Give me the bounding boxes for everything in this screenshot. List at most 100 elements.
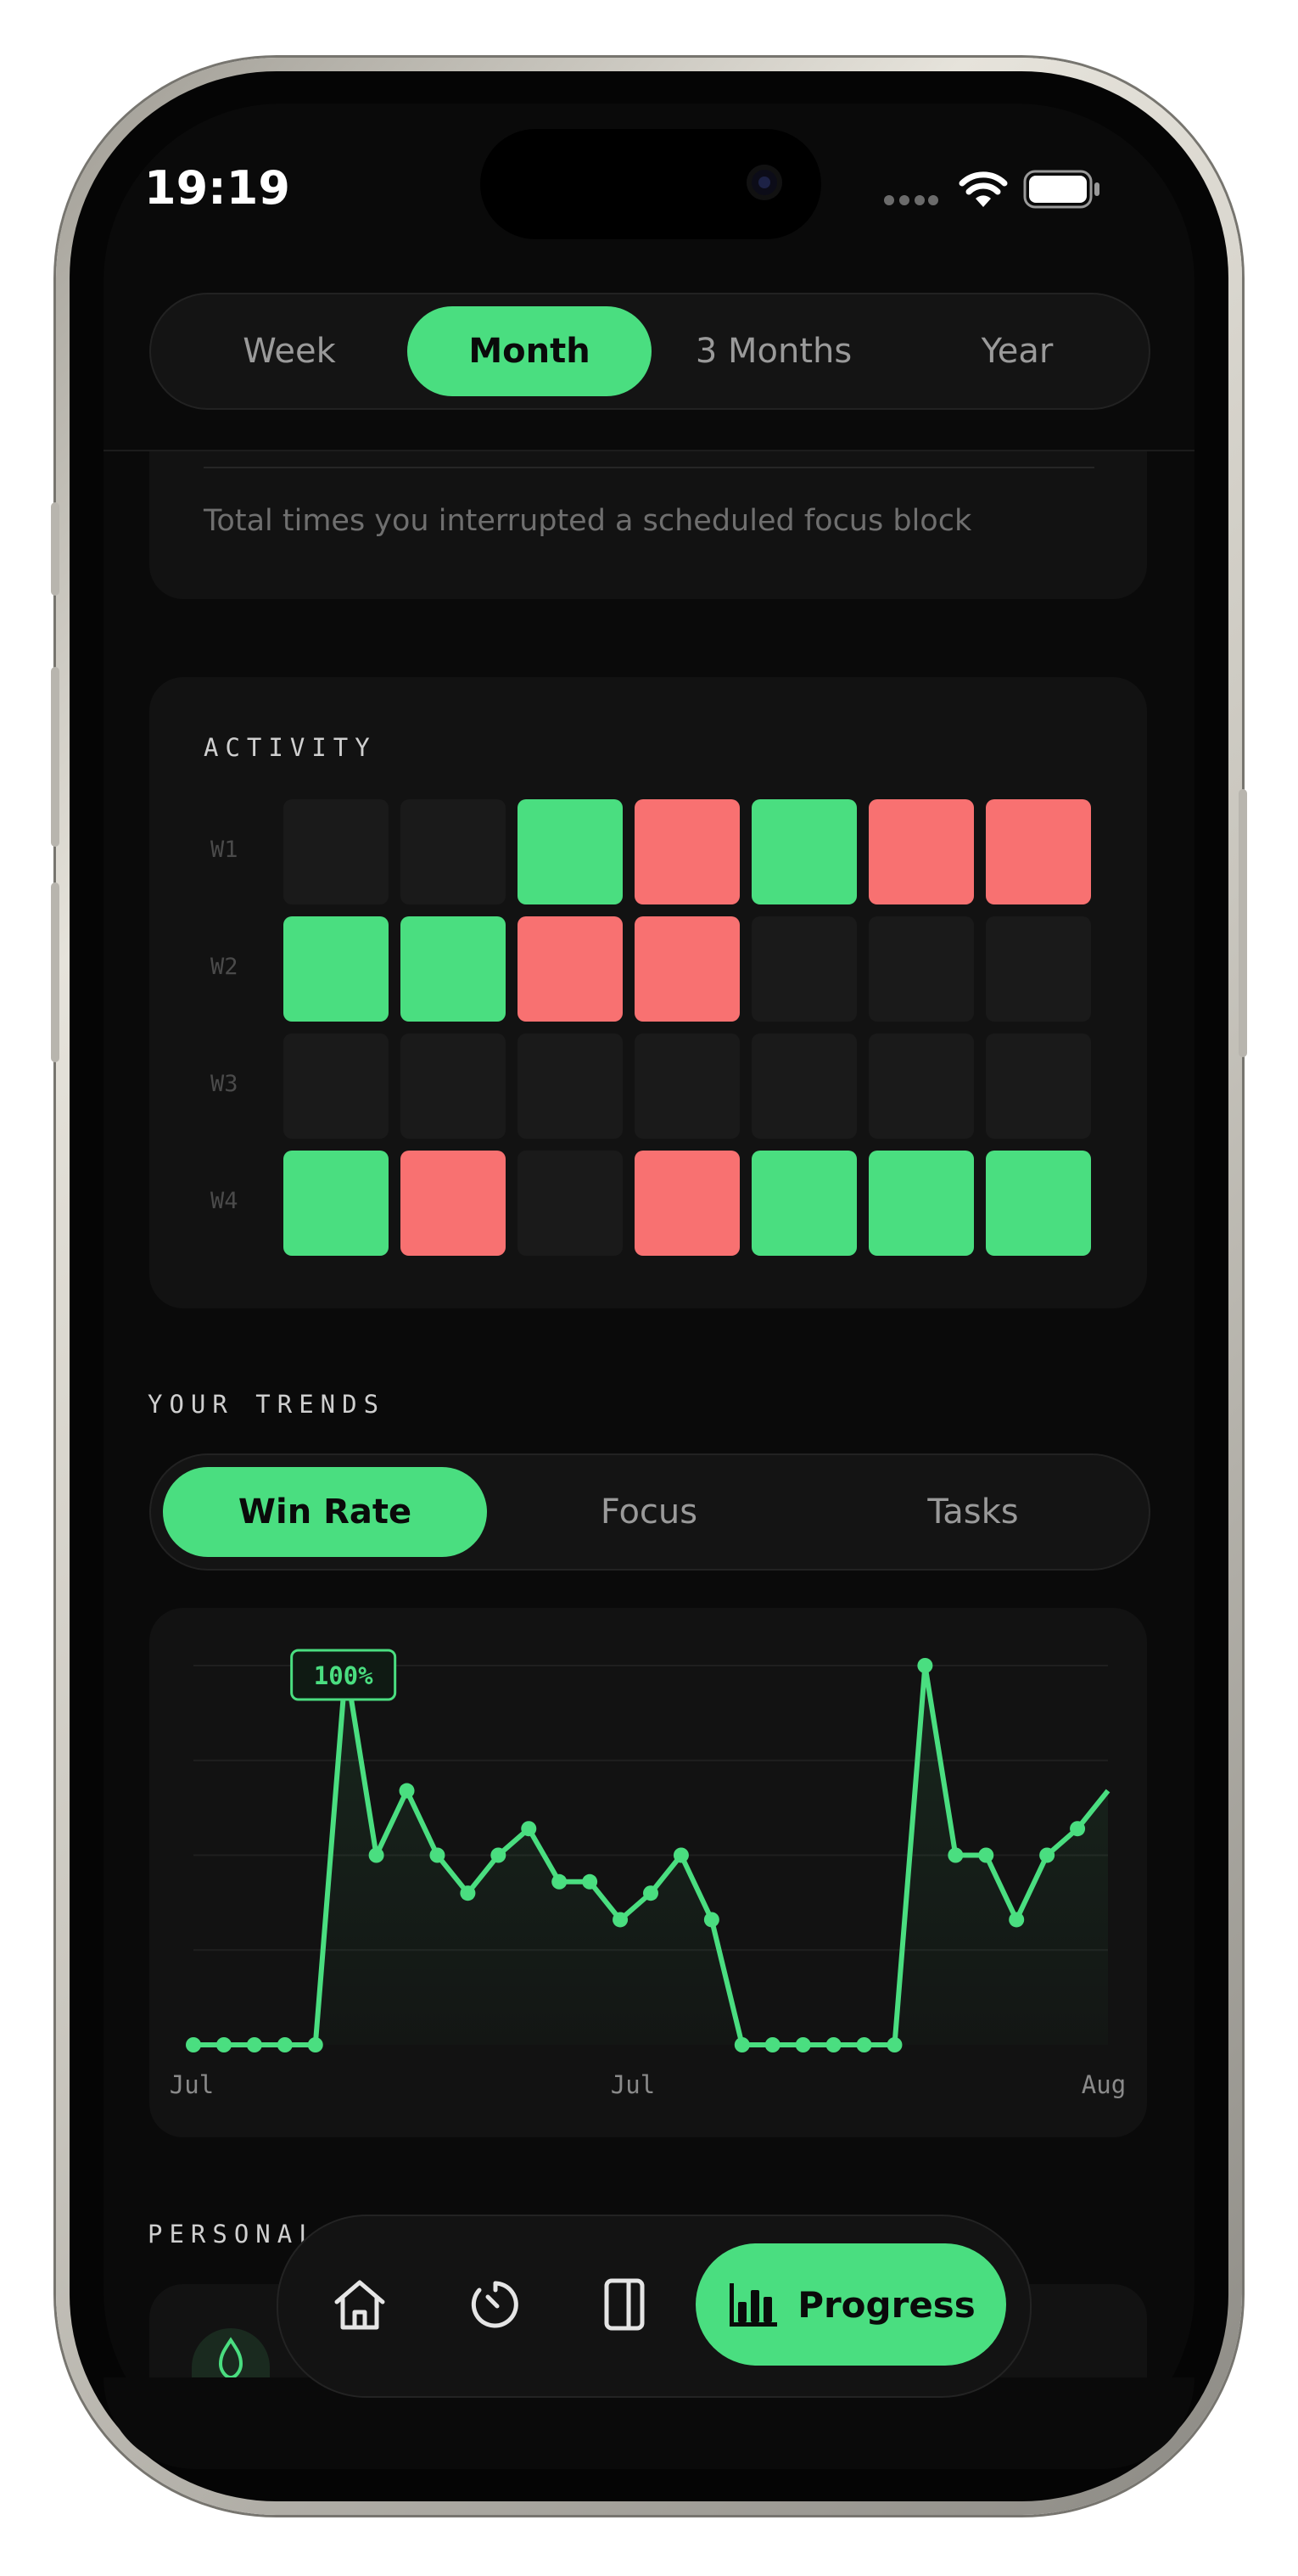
activity-cell[interactable]: [869, 1033, 974, 1139]
signal-dots-icon: [884, 195, 938, 205]
activity-cell[interactable]: [869, 916, 974, 1022]
chart-point[interactable]: [978, 1847, 994, 1863]
summary-divider: [204, 467, 1094, 468]
chart-point[interactable]: [1070, 1821, 1086, 1837]
personal-title: PERSONAL: [148, 2220, 321, 2248]
chart-point[interactable]: [764, 2037, 780, 2052]
chart-point[interactable]: [551, 1873, 568, 1890]
chart-point[interactable]: [1009, 1912, 1025, 1928]
chart-point[interactable]: [307, 2037, 323, 2052]
tab-week[interactable]: Week: [168, 306, 411, 396]
trends-selector: Win Rate Focus Tasks: [149, 1453, 1150, 1571]
activity-cell[interactable]: [400, 799, 506, 904]
chart-point[interactable]: [856, 2037, 872, 2052]
activity-cell[interactable]: [283, 1151, 389, 1256]
chart-point[interactable]: [368, 1847, 384, 1863]
chart-point[interactable]: [460, 1885, 476, 1901]
tab-year[interactable]: Year: [896, 306, 1139, 396]
tab-journal[interactable]: [584, 2257, 665, 2352]
chart-point[interactable]: [490, 1847, 506, 1863]
activity-cell[interactable]: [869, 1151, 974, 1256]
front-camera: [747, 165, 782, 200]
tab-month[interactable]: Month: [407, 306, 652, 396]
chart-point[interactable]: [643, 1885, 658, 1901]
chart-point[interactable]: [582, 1873, 598, 1890]
activity-cell[interactable]: [518, 1033, 623, 1139]
activity-cell[interactable]: [752, 1033, 857, 1139]
chart-x-tick-label: Aug: [1082, 2070, 1126, 2099]
journal-icon: [604, 2278, 645, 2331]
summary-description: Total times you interrupted a scheduled …: [204, 504, 972, 538]
tab-progress-label: Progress: [797, 2283, 976, 2326]
activity-cell[interactable]: [986, 799, 1091, 904]
chart-point[interactable]: [521, 1821, 537, 1837]
volume-down-button: [51, 882, 59, 1062]
chart-point[interactable]: [703, 1912, 719, 1928]
chart-point[interactable]: [887, 2037, 903, 2052]
activity-cell[interactable]: [400, 916, 506, 1022]
activity-cell[interactable]: [283, 916, 389, 1022]
tab-focus[interactable]: Focus: [487, 1467, 811, 1557]
chart-point[interactable]: [673, 1847, 689, 1863]
activity-cell[interactable]: [635, 799, 740, 904]
activity-cell[interactable]: [986, 1151, 1091, 1256]
chart-point[interactable]: [1039, 1847, 1055, 1863]
volume-up-button: [51, 667, 59, 847]
activity-cell[interactable]: [752, 1151, 857, 1256]
chart-point[interactable]: [246, 2037, 262, 2052]
chart-point[interactable]: [825, 2037, 842, 2052]
week-label: W2: [210, 954, 238, 980]
activity-cell[interactable]: [635, 1033, 740, 1139]
chart-card: 100% Jul Jul Aug: [149, 1608, 1147, 2137]
activity-title: ACTIVITY: [204, 733, 377, 762]
power-button: [1239, 789, 1247, 1057]
chart-point[interactable]: [277, 2037, 293, 2052]
activity-cell[interactable]: [986, 916, 1091, 1022]
wifi-icon: [959, 171, 1008, 207]
activity-cell[interactable]: [752, 799, 857, 904]
chart-point[interactable]: [613, 1912, 629, 1928]
chart-x-tick-label: Jul: [611, 2070, 655, 2099]
activity-cell[interactable]: [518, 799, 623, 904]
activity-cell[interactable]: [635, 1151, 740, 1256]
chart-point[interactable]: [186, 2037, 201, 2052]
activity-cell[interactable]: [752, 916, 857, 1022]
period-selector: Week Month 3 Months Year: [149, 293, 1150, 410]
chart-point[interactable]: [917, 1658, 933, 1673]
activity-cell[interactable]: [283, 799, 389, 904]
week-label: W4: [210, 1188, 238, 1214]
battery-icon: [1023, 170, 1099, 209]
activity-cell[interactable]: [518, 1151, 623, 1256]
trends-title: YOUR TRENDS: [148, 1390, 386, 1419]
chart-point[interactable]: [399, 1783, 415, 1799]
win-rate-chart: 100% Jul Jul Aug: [170, 1649, 1126, 2099]
summary-card: Total times you interrupted a scheduled …: [149, 451, 1147, 599]
activity-cell[interactable]: [518, 916, 623, 1022]
chart-point[interactable]: [734, 2037, 750, 2052]
activity-cell[interactable]: [283, 1033, 389, 1139]
tab-tasks[interactable]: Tasks: [811, 1467, 1135, 1557]
status-time: 19:19: [144, 161, 290, 215]
chart-point[interactable]: [429, 1847, 445, 1863]
tab-home[interactable]: [319, 2257, 400, 2352]
activity-cell[interactable]: [635, 916, 740, 1022]
chart-point[interactable]: [795, 2037, 811, 2052]
activity-card: ACTIVITY W1 W2 W3 W4: [149, 677, 1147, 1308]
timer-icon: [471, 2281, 518, 2328]
activity-cell[interactable]: [986, 1033, 1091, 1139]
activity-cell[interactable]: [400, 1033, 506, 1139]
chart-point[interactable]: [948, 1847, 964, 1863]
chart-point[interactable]: [215, 2037, 232, 2052]
tab-timer[interactable]: [455, 2257, 536, 2352]
tab-progress[interactable]: Progress: [696, 2243, 1006, 2366]
chart-annotation-label: 100%: [314, 1661, 373, 1690]
activity-cell[interactable]: [400, 1151, 506, 1256]
bar-chart-icon: [730, 2283, 778, 2327]
action-button: [51, 502, 59, 596]
activity-cell[interactable]: [869, 799, 974, 904]
tab-win-rate[interactable]: Win Rate: [163, 1467, 487, 1557]
tab-3-months[interactable]: 3 Months: [652, 306, 896, 396]
week-label: W1: [210, 837, 238, 863]
chart-x-tick-label: Jul: [170, 2070, 214, 2099]
home-icon: [334, 2280, 385, 2330]
